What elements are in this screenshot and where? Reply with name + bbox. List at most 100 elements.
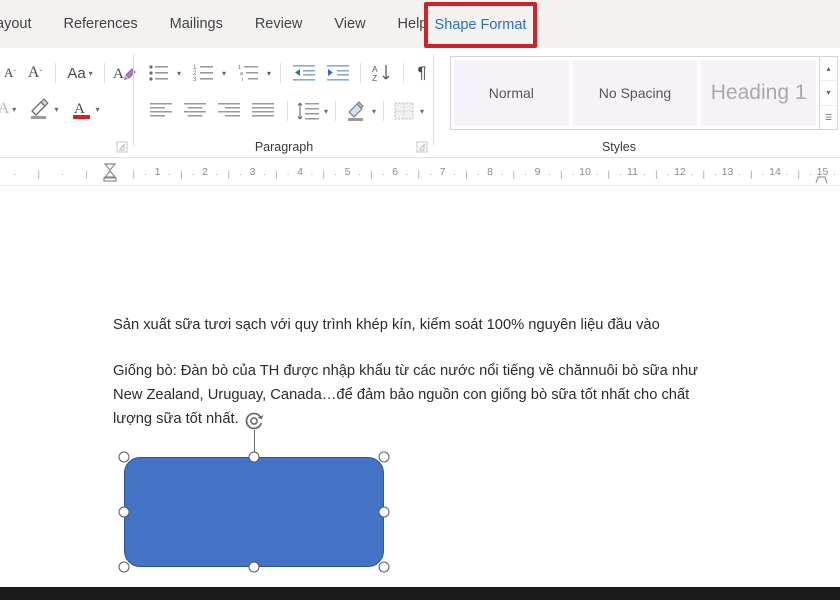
ruler-tick: · xyxy=(785,170,788,179)
tab-mailings[interactable]: Mailings xyxy=(154,0,239,48)
rounded-rectangle-shape[interactable] xyxy=(124,457,384,567)
ruler-number: 3 xyxy=(250,166,256,178)
ruler-tick: | xyxy=(703,170,705,179)
ruler-tick: · xyxy=(192,170,195,179)
ruler-number: 11 xyxy=(627,166,638,178)
ruler-number: 4 xyxy=(297,166,303,178)
ruler-number: 9 xyxy=(535,166,541,178)
handle-middle-right[interactable] xyxy=(379,507,390,518)
svg-text:A: A xyxy=(74,101,85,117)
tab-view[interactable]: View xyxy=(318,0,381,48)
style-no-spacing-label: No Spacing xyxy=(599,85,671,101)
decrease-indent-icon[interactable] xyxy=(290,60,318,86)
multilevel-caret-icon[interactable]: ▾ xyxy=(267,69,271,78)
ruler-number: 12 xyxy=(674,166,686,178)
ruler-tick: · xyxy=(239,170,242,179)
ruler-track: |·|·|··1|··2|··3|··4|··5|··6|··7|··8|··9… xyxy=(0,158,840,186)
ruler-number: 7 xyxy=(440,166,446,178)
document-area[interactable]: Sản xuất sữa tươi sạch với quy trình khé… xyxy=(0,187,840,587)
handle-top-left[interactable] xyxy=(119,452,130,463)
ruler-tick: · xyxy=(738,170,741,179)
svg-text:i: i xyxy=(242,77,243,82)
text-highlight-color-icon[interactable]: ▾ xyxy=(20,96,66,122)
styles-group-label: Styles xyxy=(416,140,822,154)
style-heading-1[interactable]: Heading 1 xyxy=(701,60,816,126)
hourglass-indent-marker[interactable] xyxy=(102,163,118,182)
ruler-tick: | xyxy=(370,170,372,179)
paragraph-2[interactable]: Giống bò: Đàn bò của TH được nhập khẩu t… xyxy=(113,359,713,431)
change-case-icon[interactable]: Aa▾ xyxy=(61,60,99,86)
ruler-tick: | xyxy=(655,170,657,179)
numbering-caret-icon[interactable]: ▾ xyxy=(222,69,226,78)
style-normal[interactable]: Normal xyxy=(454,60,569,126)
ruler-tick: | xyxy=(38,170,40,179)
align-right-icon[interactable] xyxy=(212,98,246,124)
show-formatting-marks-icon[interactable]: ¶ xyxy=(412,60,432,86)
styles-scroll-up-button[interactable]: ▴ xyxy=(820,57,837,81)
ruler-tick: · xyxy=(809,170,812,179)
ruler-tick: | xyxy=(560,170,562,179)
shape-selection[interactable] xyxy=(124,457,384,567)
handle-bottom-left[interactable] xyxy=(119,562,130,573)
multilevel-list-icon[interactable]: 1 a i xyxy=(234,60,264,86)
handle-top-right[interactable] xyxy=(379,452,390,463)
ruler-number: 5 xyxy=(345,166,351,178)
ruler-tick: | xyxy=(275,170,277,179)
tab-layout[interactable]: ayout xyxy=(0,0,47,48)
justify-icon[interactable] xyxy=(246,98,280,124)
handle-bottom-right[interactable] xyxy=(379,562,390,573)
styles-more-button[interactable]: ☰ xyxy=(820,106,837,129)
ruler-number: 10 xyxy=(579,166,591,178)
tab-review[interactable]: Review xyxy=(239,0,319,48)
shading-caret-icon[interactable]: ▾ xyxy=(372,107,376,116)
borders-icon[interactable] xyxy=(391,98,417,124)
increase-indent-icon[interactable] xyxy=(324,60,352,86)
ruler-tick: · xyxy=(215,170,218,179)
ribbon: Aˇ Aˇ Aa▾ A xyxy=(0,48,840,158)
ruler-tick: | xyxy=(85,170,87,179)
bullets-icon[interactable] xyxy=(144,60,174,86)
ruler-tick: · xyxy=(667,170,670,179)
tab-references[interactable]: References xyxy=(47,0,153,48)
bottom-bar xyxy=(0,587,840,600)
grow-font-icon[interactable]: Aˇ xyxy=(0,60,20,86)
ruler-tick: | xyxy=(608,170,610,179)
ruler-tick: · xyxy=(477,170,480,179)
styles-gallery-scrollbar[interactable]: ▴ ▾ ☰ xyxy=(820,56,838,130)
font-dialog-launcher[interactable] xyxy=(116,140,128,152)
document-page[interactable]: Sản xuất sữa tươi sạch với quy trình khé… xyxy=(0,187,840,587)
font-color-partial-icon[interactable]: A▾ xyxy=(0,96,20,122)
ruler-tick: · xyxy=(500,170,503,179)
sort-icon[interactable]: A Z xyxy=(369,60,395,86)
bullets-caret-icon[interactable]: ▾ xyxy=(177,69,181,78)
tab-shape-format[interactable]: Shape Format xyxy=(435,17,527,33)
ribbon-tab-strip: ayout References Mailings Review View He… xyxy=(0,0,840,48)
align-center-icon[interactable] xyxy=(178,98,212,124)
horizontal-ruler[interactable]: |·|·|··1|··2|··3|··4|··5|··6|··7|··8|··9… xyxy=(0,158,840,186)
style-heading-1-label: Heading 1 xyxy=(711,81,807,105)
style-no-spacing[interactable]: No Spacing xyxy=(573,60,698,126)
align-left-icon[interactable] xyxy=(144,98,178,124)
handle-top-center[interactable] xyxy=(249,452,260,463)
ruler-number: 1 xyxy=(155,166,161,178)
tab-stop-marker[interactable] xyxy=(815,171,828,180)
ruler-number: 13 xyxy=(722,166,734,178)
word-window: ayout References Mailings Review View He… xyxy=(0,0,840,600)
shading-icon[interactable] xyxy=(343,98,369,124)
ruler-tick: | xyxy=(418,170,420,179)
line-spacing-caret-icon[interactable]: ▾ xyxy=(324,107,328,116)
ruler-number: 2 xyxy=(202,166,208,178)
handle-middle-left[interactable] xyxy=(119,507,130,518)
handle-bottom-center[interactable] xyxy=(249,562,260,573)
ruler-tick: · xyxy=(595,170,598,179)
borders-caret-icon[interactable]: ▾ xyxy=(420,107,424,116)
ruler-tick: | xyxy=(465,170,467,179)
styles-scroll-down-button[interactable]: ▾ xyxy=(820,81,837,105)
ruler-tick: · xyxy=(524,170,527,179)
shrink-font-icon[interactable]: Aˇ xyxy=(20,60,50,86)
line-spacing-icon[interactable] xyxy=(295,98,321,124)
paragraph-1[interactable]: Sản xuất sữa tươi sạch với quy trình khé… xyxy=(113,313,713,337)
font-color-icon[interactable]: A ▾ xyxy=(66,96,106,122)
numbering-icon[interactable]: 1 2 3 xyxy=(189,60,219,86)
rotation-handle[interactable] xyxy=(242,409,266,433)
